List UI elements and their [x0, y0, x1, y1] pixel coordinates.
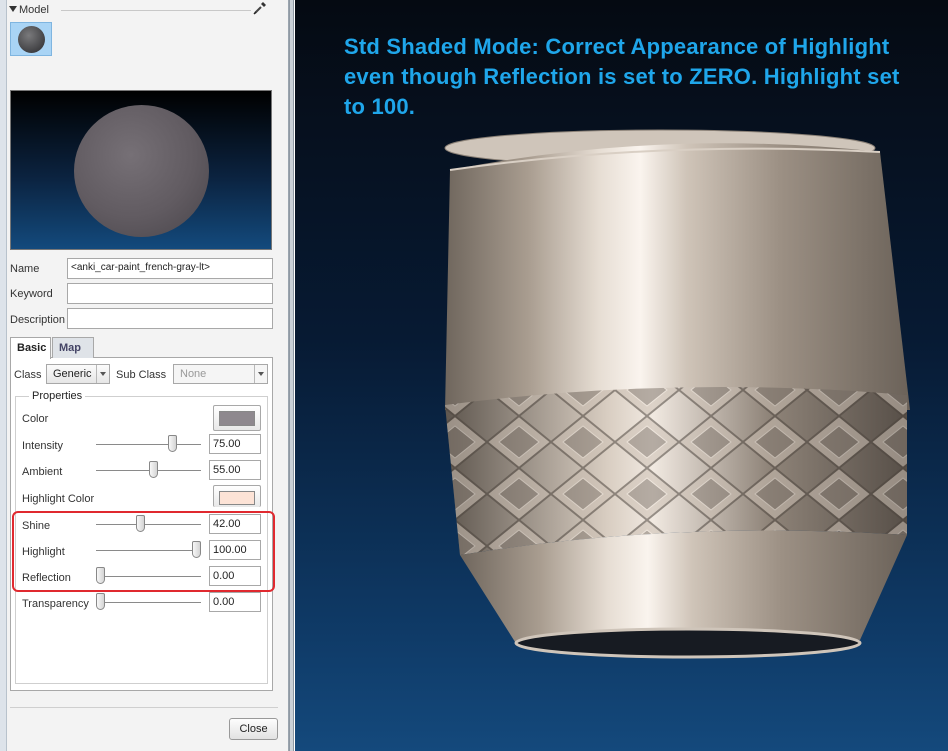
class-dropdown[interactable]: Generic — [46, 364, 110, 384]
name-field[interactable]: <anki_car-paint_french-gray-lt> — [67, 258, 273, 279]
material-thumbnail[interactable] — [10, 22, 52, 56]
highlight-color-label: Highlight Color — [22, 493, 95, 505]
subclass-dropdown-value: None — [180, 368, 207, 380]
3d-viewport[interactable]: Std Shaded Mode: Correct Appearance of H… — [295, 0, 948, 751]
chevron-down-icon — [96, 365, 109, 383]
close-button[interactable]: Close — [229, 718, 278, 740]
ambient-field[interactable]: 55.00 — [209, 460, 261, 480]
tab-map[interactable]: Map — [52, 337, 94, 358]
transparency-field[interactable]: 0.00 — [209, 592, 261, 612]
material-thumbnail-sphere — [18, 26, 45, 53]
name-label: Name — [10, 263, 40, 275]
properties-title: Properties — [29, 390, 86, 402]
keyword-label: Keyword — [10, 288, 53, 300]
class-dropdown-value: Generic — [53, 368, 92, 380]
transparency-slider-track[interactable] — [96, 602, 201, 604]
description-field[interactable] — [67, 308, 273, 329]
chevron-down-icon — [254, 365, 267, 383]
color-swatch-button[interactable] — [213, 405, 261, 431]
ambient-slider-thumb[interactable] — [148, 461, 158, 478]
transparency-slider-thumb[interactable] — [96, 593, 105, 610]
collapse-triangle-icon[interactable] — [9, 6, 17, 12]
keyword-field[interactable] — [67, 283, 273, 304]
section-divider — [61, 10, 251, 11]
annotation-highlight-box — [12, 511, 275, 592]
eyedropper-icon[interactable] — [252, 0, 268, 16]
intensity-label: Intensity — [22, 440, 63, 452]
intensity-slider-track[interactable] — [96, 444, 201, 446]
panel-splitter[interactable] — [289, 0, 294, 751]
footer-divider — [10, 707, 278, 708]
subclass-label: Sub Class — [116, 369, 167, 381]
description-label: Description — [10, 314, 66, 326]
model-section-header[interactable]: Model — [9, 4, 274, 18]
cup-model — [444, 129, 910, 659]
class-label: Class — [14, 369, 42, 381]
highlight-color-swatch-button[interactable] — [213, 485, 261, 507]
model-section-title: Model — [19, 4, 49, 16]
intensity-field[interactable]: 75.00 — [209, 434, 261, 454]
color-label: Color — [22, 413, 49, 425]
subclass-dropdown[interactable]: None — [173, 364, 268, 384]
tab-basic[interactable]: Basic — [10, 337, 51, 359]
intensity-slider-thumb[interactable] — [168, 435, 177, 452]
transparency-label: Transparency — [22, 598, 89, 610]
highlight-color-swatch — [219, 491, 255, 505]
left-edge-strip — [0, 0, 7, 751]
material-preview — [10, 90, 272, 250]
color-swatch — [219, 411, 255, 426]
preview-sphere — [74, 105, 209, 237]
ambient-label: Ambient — [22, 466, 63, 478]
